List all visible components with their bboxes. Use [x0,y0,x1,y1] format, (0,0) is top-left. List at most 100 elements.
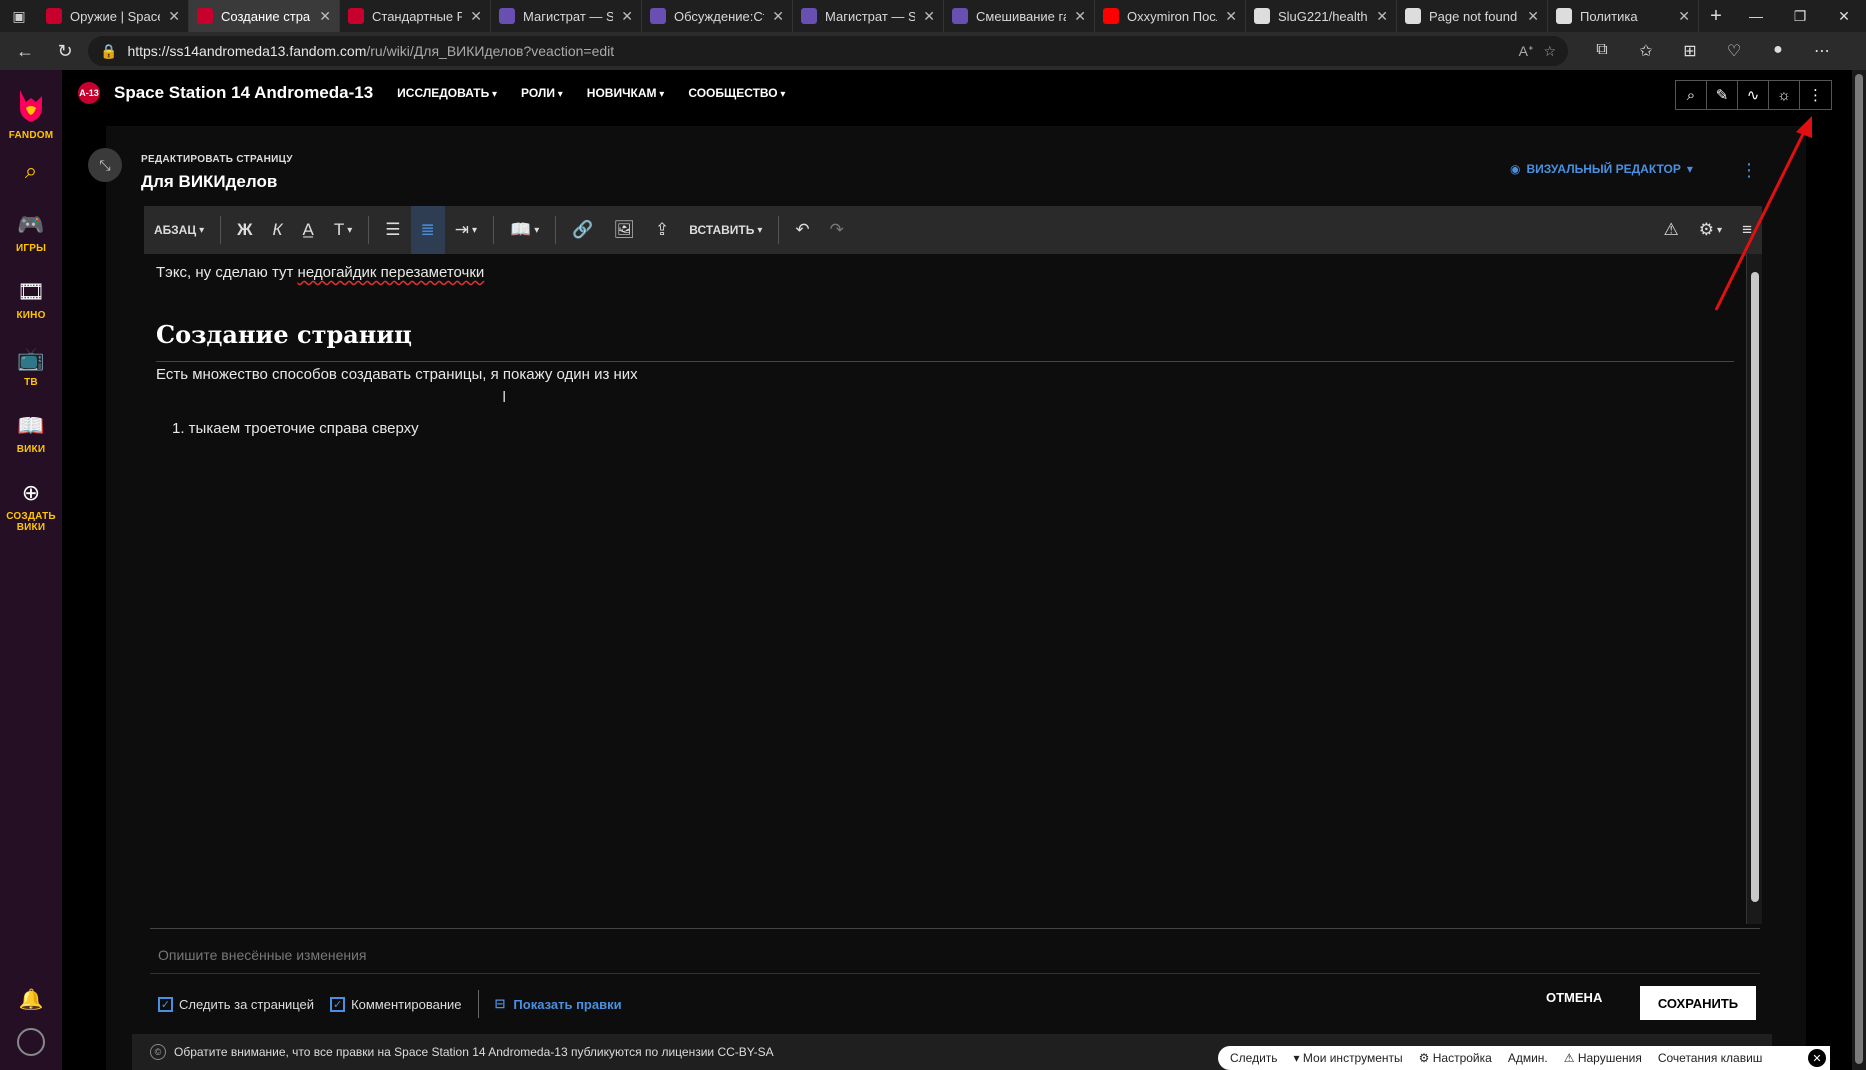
reload-button[interactable]: ↻ [48,36,82,66]
collapse-icon[interactable]: ⤡ [88,148,122,182]
collections-icon[interactable]: ⊞ [1670,41,1710,61]
tab-close-icon[interactable]: ✕ [1678,8,1690,25]
browser-tab[interactable]: Стандартные Р ✕ [340,0,491,32]
browser-tab[interactable]: Магистрат — S ✕ [491,0,642,32]
maximize-button[interactable]: ❐ [1778,8,1822,25]
paragraph-format-dropdown[interactable]: АБЗАЦ [144,206,214,254]
edit-summary-field[interactable]: Опишите внесённые изменения [150,928,1760,974]
new-tab-button[interactable]: + [1699,5,1733,28]
wiki-name[interactable]: Space Station 14 Andromeda-13 [114,83,373,103]
undo-icon[interactable]: ↶ [785,206,819,254]
bullet-list-icon[interactable]: ☰ [375,206,410,254]
paragraph-intro[interactable]: Тэкс, ну сделаю тут недогайдик перезамет… [156,264,484,281]
browser-tab[interactable]: SluG221/health ✕ [1246,0,1397,32]
notifications-bell-icon[interactable]: 🔔 [19,987,44,1012]
back-button[interactable]: ← [8,36,42,66]
page-settings-icon[interactable]: ⚙ [1689,206,1732,254]
comment-checkbox[interactable]: ✓ Комментирование [330,996,462,1012]
my-tools-menu[interactable]: ▾ Мои инструменты [1294,1051,1403,1065]
watch-checkbox[interactable]: ✓ Следить за страницей [158,996,314,1012]
tab-actions-icon[interactable]: ▣ [0,0,38,32]
cancel-button[interactable]: ОТМЕНА [1546,990,1602,1005]
extensions-icon[interactable]: ⧉ [1582,41,1622,61]
list-item[interactable]: 1. тыкаем троеточие справа сверху [172,420,419,437]
search-rail-item[interactable]: ⌕ [15,155,47,187]
wiki-logo[interactable]: A-13 [78,82,100,104]
fandom-logo[interactable]: FANDOM [9,84,54,141]
editor-scroll-thumb[interactable] [1751,272,1759,902]
page-scrollbar[interactable] [1852,70,1866,1070]
admin-link[interactable]: Админ. [1508,1051,1548,1065]
tab-close-icon[interactable]: ✕ [1074,8,1086,25]
page-scroll-thumb[interactable] [1855,74,1863,1064]
rail-item-plus-circle[interactable]: ⊕ СОЗДАТЬ ВИКИ [3,477,59,533]
browser-menu-icon[interactable]: ⋯ [1802,41,1842,61]
wiki-nav-item[interactable]: НОВИЧКАМ [587,86,665,100]
user-avatar-icon[interactable] [17,1028,45,1056]
close-window-button[interactable]: ✕ [1822,8,1866,25]
save-button[interactable]: СОХРАНИТЬ [1640,986,1756,1020]
tab-close-icon[interactable]: ✕ [1376,8,1388,25]
profile-avatar-icon[interactable]: ● [1758,41,1798,61]
tab-close-icon[interactable]: ✕ [923,8,935,25]
rail-item-film[interactable]: 🎞 КИНО [3,276,59,321]
browser-tab[interactable]: Магистрат — S ✕ [793,0,944,32]
browser-tab[interactable]: Политика ✕ [1548,0,1699,32]
text-color-icon[interactable]: A̲ [293,206,324,254]
wiki-nav-item[interactable]: РОЛИ [521,86,563,100]
discussions-icon[interactable]: ✎ [1707,81,1738,109]
insert-dropdown[interactable]: ВСТАВИТЬ [679,206,772,254]
tab-close-icon[interactable]: ✕ [621,8,633,25]
favorites-icon[interactable]: ✩ [1626,41,1666,61]
link-icon[interactable]: 🔗 [562,206,603,254]
indent-icon[interactable]: ⇥ [445,206,487,254]
tab-close-icon[interactable]: ✕ [1527,8,1539,25]
more-options-icon[interactable]: ⋮ [1800,81,1831,109]
theme-toggle-icon[interactable]: ☼ [1769,81,1800,109]
wiki-nav-item[interactable]: СООБЩЕСТВО [688,86,785,100]
wiki-search-icon[interactable]: ⌕ [1676,81,1707,109]
wiki-nav-item[interactable]: ИССЛЕДОВАТЬ [397,86,497,100]
browser-tab[interactable]: Создание стран ✕ [189,0,340,32]
violations-link[interactable]: ⚠ Нарушения [1564,1051,1642,1065]
editor-content[interactable]: Тэкс, ну сделаю тут недогайдик перезамет… [144,254,1744,924]
browser-essentials-icon[interactable]: ♡ [1714,41,1754,61]
tab-close-icon[interactable]: ✕ [1225,8,1237,25]
hamburger-menu-icon[interactable]: ≡ [1732,206,1762,254]
browser-tab[interactable]: Смешивание га ✕ [944,0,1095,32]
rail-item-gamepad[interactable]: 🎮 ИГРЫ [3,209,59,254]
customize-link[interactable]: ⚙ Настройка [1419,1051,1492,1065]
tab-close-icon[interactable]: ✕ [772,8,784,25]
italic-button[interactable]: К [263,206,293,254]
tab-close-icon[interactable]: ✕ [319,8,331,25]
close-icon[interactable]: ✕ [1808,1049,1826,1067]
image-icon[interactable]: 🖼 [603,206,645,254]
favorite-star-icon[interactable]: ☆ [1543,43,1556,60]
browser-tab[interactable]: Page not found ✕ [1397,0,1548,32]
editor-scrollbar[interactable] [1746,254,1762,924]
redo-icon[interactable]: ↷ [820,206,854,254]
activity-icon[interactable]: ∿ [1738,81,1769,109]
follow-link[interactable]: Следить [1230,1051,1278,1065]
bold-button[interactable]: Ж [227,206,262,254]
cite-book-icon[interactable]: 📖 [500,206,549,254]
paragraph-body[interactable]: Есть множество способов создавать страни… [156,366,638,383]
shortcuts-link[interactable]: Сочетания клавиш [1658,1051,1763,1065]
text-style-dropdown[interactable]: T [324,206,362,254]
read-aloud-icon[interactable]: Aᐩ [1519,43,1534,60]
section-heading[interactable]: Создание страниц [156,320,1734,362]
upload-icon[interactable]: ⇪ [645,206,679,254]
show-changes-button[interactable]: ⊟ Показать правки [495,996,622,1012]
rail-item-book[interactable]: 📖 ВИКИ [3,410,59,455]
page-options-icon[interactable]: ⋮ [1740,160,1758,181]
browser-tab[interactable]: Oxxymiron Посл ✕ [1095,0,1246,32]
minimize-button[interactable]: — [1734,8,1778,25]
warning-icon[interactable]: ⚠ [1654,206,1689,254]
url-field[interactable]: 🔒 https://ss14andromeda13.fandom.com/ru/… [88,36,1568,66]
browser-tab[interactable]: Обсуждение:Ст ✕ [642,0,793,32]
rail-item-tv[interactable]: 📺 ТВ [3,343,59,388]
editor-mode-switch[interactable]: ◉ ВИЗУАЛЬНЫЙ РЕДАКТОР ▾ [1510,162,1693,176]
tab-close-icon[interactable]: ✕ [168,8,180,25]
browser-tab[interactable]: Оружие | Space ✕ [38,0,189,32]
numbered-list-icon[interactable]: ≣ [410,206,445,254]
